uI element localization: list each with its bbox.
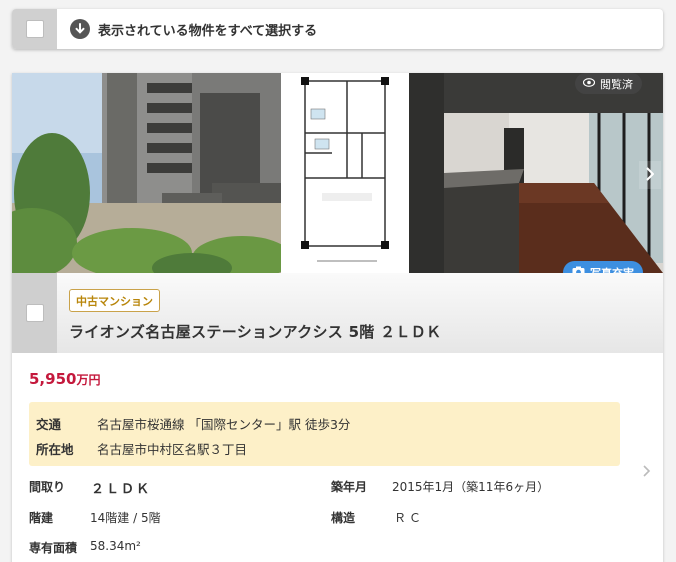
built-value: 2015年1月（築11年6ヶ月） xyxy=(392,480,550,494)
select-all-bar[interactable]: 表示されている物件をすべて選択する xyxy=(12,9,663,49)
layout-label: 間取り xyxy=(29,480,66,494)
area-label: 専有面積 xyxy=(29,541,78,555)
spec-row-1: 間取り ２ＬＤＫ 築年月 2015年1月（築11年6ヶ月） xyxy=(29,478,629,498)
layout-value: ２ＬＤＫ xyxy=(91,482,152,497)
structure-label: 構造 xyxy=(331,511,356,525)
access-row: 交通 名古屋市桜通線 「国際センター」駅 徒歩3分 xyxy=(36,414,350,433)
card-detail-chevron[interactable] xyxy=(643,462,651,481)
property-checkbox-zone[interactable] xyxy=(12,273,57,353)
price: 5,950万円 xyxy=(29,369,100,388)
select-all-checkbox-zone[interactable] xyxy=(12,9,57,49)
price-value: 5,950 xyxy=(29,370,77,388)
area-value: 58.34m² xyxy=(90,539,141,553)
address-value: 名古屋市中村区名駅３丁目 xyxy=(97,442,248,457)
property-name[interactable]: ライオンズ名古屋ステーションアクシス 5階 ２ＬＤＫ xyxy=(69,321,441,342)
spec-row-2: 階建 14階建 / 5階 構造 ＲＣ xyxy=(29,509,629,529)
viewed-label: 閲覧済 xyxy=(600,77,633,91)
chevron-right-icon xyxy=(646,166,655,185)
property-card[interactable]: 閲覧済 写真充実 中古マンション ライオンズ名古屋ステーションアクシス 5階 ２… xyxy=(12,73,663,562)
spec-row-3: 専有面積 58.34m² xyxy=(29,539,629,559)
property-checkbox[interactable] xyxy=(25,304,44,322)
select-all-label: 表示されている物件をすべて選択する xyxy=(98,23,318,39)
photo-strip: 閲覧済 xyxy=(12,73,663,273)
floors-label: 階建 xyxy=(29,511,54,525)
property-title-row: 中古マンション ライオンズ名古屋ステーションアクシス 5階 ２ＬＤＫ xyxy=(12,273,663,353)
property-type-badge: 中古マンション xyxy=(69,289,160,312)
interior-photo[interactable] xyxy=(409,73,663,273)
select-all-checkbox[interactable] xyxy=(25,20,44,38)
floors-value: 14階建 / 5階 xyxy=(90,511,161,525)
viewed-badge: 閲覧済 xyxy=(575,73,642,94)
price-unit: 万円 xyxy=(76,373,101,387)
structure-value: ＲＣ xyxy=(394,511,425,525)
access-value: 名古屋市桜通線 「国際センター」駅 徒歩3分 xyxy=(97,417,351,432)
built-label: 築年月 xyxy=(331,480,368,494)
next-photo-button[interactable] xyxy=(639,161,661,189)
floor-plan[interactable] xyxy=(287,73,404,273)
access-info-box: 交通 名古屋市桜通線 「国際センター」駅 徒歩3分 所在地 名古屋市中村区名駅３… xyxy=(29,402,620,466)
chevron-right-icon xyxy=(643,462,651,481)
access-label: 交通 xyxy=(36,417,62,432)
address-row: 所在地 名古屋市中村区名駅３丁目 xyxy=(36,439,247,458)
arrow-down-icon xyxy=(70,19,90,39)
exterior-photo[interactable] xyxy=(12,73,281,273)
address-label: 所在地 xyxy=(36,442,74,457)
eye-icon xyxy=(582,77,596,90)
